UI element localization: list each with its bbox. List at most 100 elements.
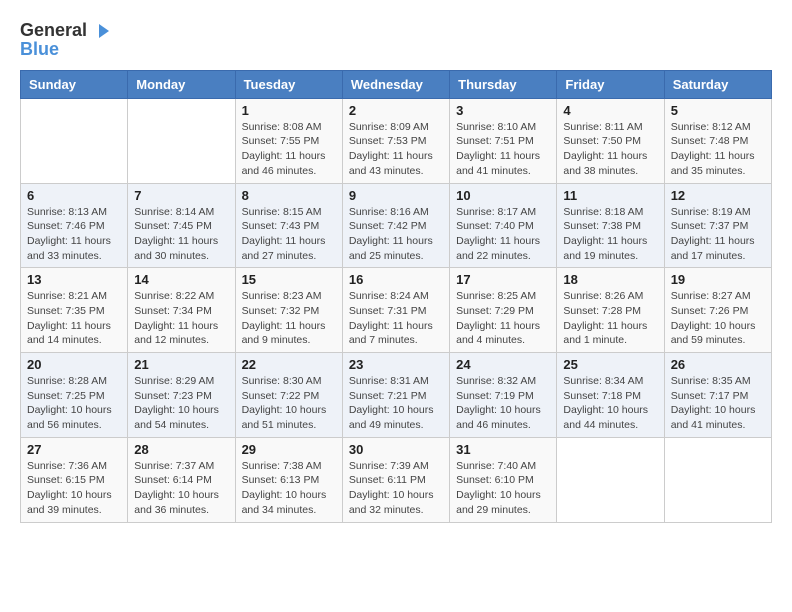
day-number: 24	[456, 357, 550, 372]
week-row-3: 13Sunrise: 8:21 AM Sunset: 7:35 PM Dayli…	[21, 268, 772, 353]
column-header-sunday: Sunday	[21, 70, 128, 98]
calendar-cell: 31 Sunrise: 7:40 AM Sunset: 6:10 PM Dayli…	[450, 437, 557, 522]
calendar-cell: 19 Sunrise: 8:27 AM Sunset: 7:26 PM Dayli…	[664, 268, 771, 353]
day-info: Sunrise: 8:16 AM Sunset: 7:42 PM Dayligh…	[349, 205, 443, 264]
calendar-cell: 12 Sunrise: 8:19 AM Sunset: 7:37 PM Dayli…	[664, 183, 771, 268]
header: General Blue	[20, 20, 772, 60]
day-info: Sunrise: 8:24 AM Sunset: 7:31 PM Dayligh…	[349, 289, 443, 348]
day-number: 23	[349, 357, 443, 372]
day-number: 16	[349, 272, 443, 287]
day-info: Sunrise: 8:21 AM Sunset: 7:35 PM Dayligh…	[27, 289, 121, 348]
day-number: 8	[242, 188, 336, 203]
calendar-cell: 27Sunrise: 7:36 AM Sunset: 6:15 PM Dayli…	[21, 437, 128, 522]
day-number: 22	[242, 357, 336, 372]
day-number: 30	[349, 442, 443, 457]
day-number: 2	[349, 103, 443, 118]
day-info: Sunrise: 8:08 AM Sunset: 7:55 PM Dayligh…	[242, 120, 336, 179]
day-info: Sunrise: 8:35 AM Sunset: 7:17 PM Dayligh…	[671, 374, 765, 433]
day-info: Sunrise: 8:17 AM Sunset: 7:40 PM Dayligh…	[456, 205, 550, 264]
calendar-cell: 5Sunrise: 8:12 AM Sunset: 7:48 PM Daylig…	[664, 98, 771, 183]
day-info: Sunrise: 8:23 AM Sunset: 7:32 PM Dayligh…	[242, 289, 336, 348]
day-number: 31	[456, 442, 550, 457]
column-header-monday: Monday	[128, 70, 235, 98]
day-number: 26	[671, 357, 765, 372]
day-number: 10	[456, 188, 550, 203]
calendar-cell: 26 Sunrise: 8:35 AM Sunset: 7:17 PM Dayli…	[664, 353, 771, 438]
day-info: Sunrise: 8:10 AM Sunset: 7:51 PM Dayligh…	[456, 120, 550, 179]
day-info: Sunrise: 7:40 AM Sunset: 6:10 PM Dayligh…	[456, 459, 550, 518]
calendar-cell	[664, 437, 771, 522]
day-info: Sunrise: 8:19 AM Sunset: 7:37 PM Dayligh…	[671, 205, 765, 264]
day-info: Sunrise: 7:37 AM Sunset: 6:14 PM Dayligh…	[134, 459, 228, 518]
day-number: 9	[349, 188, 443, 203]
calendar-cell: 15 Sunrise: 8:23 AM Sunset: 7:32 PM Dayli…	[235, 268, 342, 353]
day-number: 21	[134, 357, 228, 372]
day-info: Sunrise: 8:28 AM Sunset: 7:25 PM Dayligh…	[27, 374, 121, 433]
calendar-cell	[128, 98, 235, 183]
day-info: Sunrise: 8:22 AM Sunset: 7:34 PM Dayligh…	[134, 289, 228, 348]
calendar-table: SundayMondayTuesdayWednesdayThursdayFrid…	[20, 70, 772, 523]
calendar-cell: 2 Sunrise: 8:09 AM Sunset: 7:53 PM Daylig…	[342, 98, 449, 183]
calendar-cell: 24 Sunrise: 8:32 AM Sunset: 7:19 PM Dayli…	[450, 353, 557, 438]
day-number: 28	[134, 442, 228, 457]
calendar-cell	[21, 98, 128, 183]
calendar-cell: 10 Sunrise: 8:17 AM Sunset: 7:40 PM Dayli…	[450, 183, 557, 268]
day-number: 25	[563, 357, 657, 372]
day-number: 15	[242, 272, 336, 287]
logo-arrow-icon	[89, 20, 111, 42]
calendar-cell: 9 Sunrise: 8:16 AM Sunset: 7:42 PM Daylig…	[342, 183, 449, 268]
calendar-cell: 28 Sunrise: 7:37 AM Sunset: 6:14 PM Dayli…	[128, 437, 235, 522]
day-number: 6	[27, 188, 121, 203]
day-number: 18	[563, 272, 657, 287]
day-info: Sunrise: 8:32 AM Sunset: 7:19 PM Dayligh…	[456, 374, 550, 433]
day-info: Sunrise: 8:31 AM Sunset: 7:21 PM Dayligh…	[349, 374, 443, 433]
calendar-cell: 16 Sunrise: 8:24 AM Sunset: 7:31 PM Dayli…	[342, 268, 449, 353]
day-number: 4	[563, 103, 657, 118]
column-header-thursday: Thursday	[450, 70, 557, 98]
day-info: Sunrise: 8:13 AM Sunset: 7:46 PM Dayligh…	[27, 205, 121, 264]
calendar-cell: 21Sunrise: 8:29 AM Sunset: 7:23 PM Dayli…	[128, 353, 235, 438]
calendar-cell: 6 Sunrise: 8:13 AM Sunset: 7:46 PM Daylig…	[21, 183, 128, 268]
calendar-cell: 8 Sunrise: 8:15 AM Sunset: 7:43 PM Daylig…	[235, 183, 342, 268]
day-number: 3	[456, 103, 550, 118]
day-number: 29	[242, 442, 336, 457]
calendar-cell: 7 Sunrise: 8:14 AM Sunset: 7:45 PM Daylig…	[128, 183, 235, 268]
day-info: Sunrise: 7:36 AM Sunset: 6:15 PM Dayligh…	[27, 459, 121, 518]
week-row-1: 1 Sunrise: 8:08 AM Sunset: 7:55 PM Daylig…	[21, 98, 772, 183]
day-number: 20	[27, 357, 121, 372]
calendar-cell: 23 Sunrise: 8:31 AM Sunset: 7:21 PM Dayli…	[342, 353, 449, 438]
calendar-cell: 1 Sunrise: 8:08 AM Sunset: 7:55 PM Daylig…	[235, 98, 342, 183]
day-number: 11	[563, 188, 657, 203]
calendar-cell: 14Sunrise: 8:22 AM Sunset: 7:34 PM Dayli…	[128, 268, 235, 353]
day-number: 5	[671, 103, 765, 118]
calendar-cell: 29 Sunrise: 7:38 AM Sunset: 6:13 PM Dayli…	[235, 437, 342, 522]
day-info: Sunrise: 8:14 AM Sunset: 7:45 PM Dayligh…	[134, 205, 228, 264]
day-info: Sunrise: 8:30 AM Sunset: 7:22 PM Dayligh…	[242, 374, 336, 433]
column-header-wednesday: Wednesday	[342, 70, 449, 98]
column-header-saturday: Saturday	[664, 70, 771, 98]
day-info: Sunrise: 8:11 AM Sunset: 7:50 PM Dayligh…	[563, 120, 657, 179]
calendar-cell: 30Sunrise: 7:39 AM Sunset: 6:11 PM Dayli…	[342, 437, 449, 522]
day-info: Sunrise: 8:25 AM Sunset: 7:29 PM Dayligh…	[456, 289, 550, 348]
day-info: Sunrise: 8:27 AM Sunset: 7:26 PM Dayligh…	[671, 289, 765, 348]
calendar-cell	[557, 437, 664, 522]
day-info: Sunrise: 7:38 AM Sunset: 6:13 PM Dayligh…	[242, 459, 336, 518]
week-row-4: 20 Sunrise: 8:28 AM Sunset: 7:25 PM Dayli…	[21, 353, 772, 438]
column-header-friday: Friday	[557, 70, 664, 98]
calendar-cell: 3 Sunrise: 8:10 AM Sunset: 7:51 PM Daylig…	[450, 98, 557, 183]
calendar-cell: 4 Sunrise: 8:11 AM Sunset: 7:50 PM Daylig…	[557, 98, 664, 183]
day-info: Sunrise: 8:26 AM Sunset: 7:28 PM Dayligh…	[563, 289, 657, 348]
day-number: 12	[671, 188, 765, 203]
day-number: 17	[456, 272, 550, 287]
day-info: Sunrise: 8:09 AM Sunset: 7:53 PM Dayligh…	[349, 120, 443, 179]
calendar-cell: 17 Sunrise: 8:25 AM Sunset: 7:29 PM Dayli…	[450, 268, 557, 353]
day-info: Sunrise: 8:34 AM Sunset: 7:18 PM Dayligh…	[563, 374, 657, 433]
day-info: Sunrise: 8:15 AM Sunset: 7:43 PM Dayligh…	[242, 205, 336, 264]
week-row-2: 6 Sunrise: 8:13 AM Sunset: 7:46 PM Daylig…	[21, 183, 772, 268]
calendar-cell: 22 Sunrise: 8:30 AM Sunset: 7:22 PM Dayli…	[235, 353, 342, 438]
calendar-cell: 18 Sunrise: 8:26 AM Sunset: 7:28 PM Dayli…	[557, 268, 664, 353]
day-number: 7	[134, 188, 228, 203]
day-number: 1	[242, 103, 336, 118]
calendar-cell: 25 Sunrise: 8:34 AM Sunset: 7:18 PM Dayli…	[557, 353, 664, 438]
day-number: 19	[671, 272, 765, 287]
